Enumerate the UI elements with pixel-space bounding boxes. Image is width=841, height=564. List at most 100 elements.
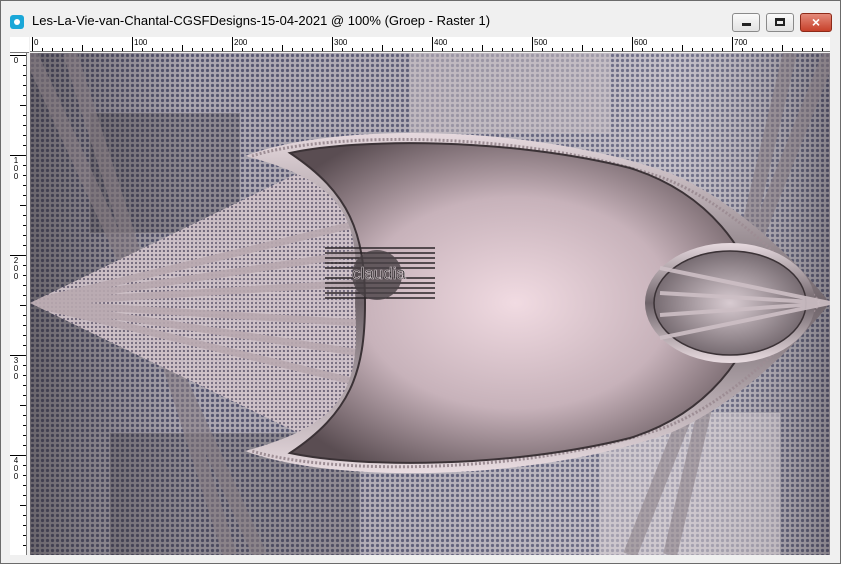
ruler-tick [23, 85, 26, 86]
ruler-tick [23, 365, 26, 366]
ruler-tick [212, 48, 213, 51]
ruler-tick [602, 48, 603, 51]
ruler-tick [542, 48, 543, 51]
ruler-tick [23, 215, 26, 216]
ruler-tick [23, 325, 26, 326]
close-button[interactable]: × [800, 13, 832, 32]
ruler-label: 500 [534, 38, 548, 47]
ruler-label: 300 [13, 356, 19, 381]
window-title: Les-La-Vie-van-Chantal-CGSFDesigns-15-04… [32, 13, 491, 28]
ruler-tick [23, 475, 26, 476]
ruler-tick [23, 245, 26, 246]
ruler-tick [23, 385, 26, 386]
ruler-tick [612, 48, 613, 51]
ruler-tick [522, 48, 523, 51]
ruler-tick [752, 48, 753, 51]
ruler-tick [792, 48, 793, 51]
ruler-tick [23, 425, 26, 426]
ruler-tick [532, 37, 533, 51]
ruler-tick [232, 37, 233, 51]
ruler-tick [23, 435, 26, 436]
ruler-tick [20, 505, 26, 506]
ruler-tick [442, 48, 443, 51]
ruler-label: 700 [734, 38, 748, 47]
ruler-tick [23, 375, 26, 376]
ruler-tick [152, 48, 153, 51]
ruler-tick [23, 95, 26, 96]
ruler-tick [20, 405, 26, 406]
ruler-tick [10, 55, 26, 56]
ruler-tick [472, 48, 473, 51]
ruler-tick [822, 48, 823, 51]
ruler-tick [42, 48, 43, 51]
image-canvas[interactable]: claudia [30, 53, 830, 555]
ruler-label: 100 [134, 38, 148, 47]
ruler-tick [10, 455, 26, 456]
ruler-tick [23, 345, 26, 346]
ruler-corner [10, 37, 29, 53]
ruler-tick [282, 45, 283, 51]
image-window: Les-La-Vie-van-Chantal-CGSFDesigns-15-04… [0, 0, 841, 564]
artwork: claudia [30, 53, 830, 555]
close-icon: × [811, 14, 821, 30]
ruler-label: 100 [13, 156, 19, 181]
ruler-tick [23, 175, 26, 176]
ruler-tick [23, 125, 26, 126]
ruler-tick [362, 48, 363, 51]
ruler-tick [20, 205, 26, 206]
ruler-tick [222, 48, 223, 51]
ruler-tick [552, 48, 553, 51]
ruler-tick [712, 48, 713, 51]
ruler-tick [402, 48, 403, 51]
ruler-tick [682, 45, 683, 51]
ruler-tick [382, 45, 383, 51]
ruler-tick [302, 48, 303, 51]
ruler-tick [272, 48, 273, 51]
ruler-tick [322, 48, 323, 51]
ruler-tick [23, 135, 26, 136]
ruler-tick [732, 37, 733, 51]
ruler-tick [702, 48, 703, 51]
ruler-tick [632, 37, 633, 51]
ruler-tick [692, 48, 693, 51]
ruler-tick [23, 185, 26, 186]
ruler-tick [492, 48, 493, 51]
ruler-tick [20, 305, 26, 306]
ruler-tick [132, 37, 133, 51]
ruler-label: 200 [13, 256, 19, 281]
ruler-tick [672, 48, 673, 51]
ruler-tick [10, 255, 26, 256]
ruler-tick [72, 48, 73, 51]
ruler-tick [122, 48, 123, 51]
ruler-tick [782, 45, 783, 51]
maximize-button[interactable] [766, 13, 794, 32]
maximize-icon [775, 18, 785, 26]
ruler-label: 600 [634, 38, 648, 47]
ruler-tick [662, 48, 663, 51]
small-pod [653, 250, 807, 356]
ruler-tick [102, 48, 103, 51]
ruler-tick [722, 48, 723, 51]
minimize-button[interactable] [732, 13, 760, 32]
ruler-tick [802, 48, 803, 51]
ruler-tick [652, 48, 653, 51]
ruler-tick [23, 145, 26, 146]
ruler-tick [23, 335, 26, 336]
ruler-tick [62, 48, 63, 51]
ruler-tick [23, 415, 26, 416]
title-bar[interactable]: Les-La-Vie-van-Chantal-CGSFDesigns-15-04… [1, 1, 840, 37]
ruler-tick [82, 45, 83, 51]
ruler-tick [482, 45, 483, 51]
ruler-label: 400 [434, 38, 448, 47]
ruler-tick [192, 48, 193, 51]
ruler-tick [23, 295, 26, 296]
ruler-tick [112, 48, 113, 51]
ruler-tick [182, 45, 183, 51]
ruler-tick [20, 105, 26, 106]
ruler-tick [242, 48, 243, 51]
ruler-tick [23, 165, 26, 166]
ruler-tick [23, 265, 26, 266]
ruler-tick [23, 115, 26, 116]
ruler-tick [23, 525, 26, 526]
ruler-tick [452, 48, 453, 51]
